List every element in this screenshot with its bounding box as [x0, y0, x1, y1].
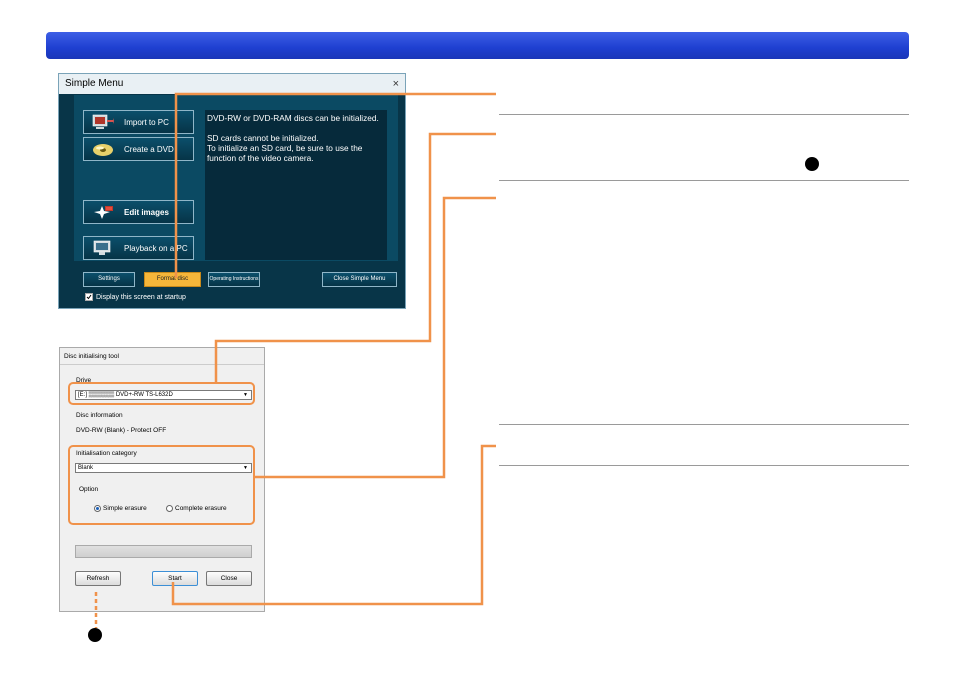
drive-leader: [214, 132, 496, 383]
divider-line: [499, 180, 909, 181]
divider-line: [499, 114, 909, 115]
divider-line: [499, 465, 909, 466]
callout-lines: [94, 92, 496, 628]
format-disc-leader: [174, 92, 496, 278]
divider-line: [499, 424, 909, 425]
start-leader: [171, 444, 496, 606]
bullet-dot-icon: [88, 628, 102, 642]
category-leader: [255, 196, 496, 479]
bullet-dot-icon: [805, 157, 819, 171]
